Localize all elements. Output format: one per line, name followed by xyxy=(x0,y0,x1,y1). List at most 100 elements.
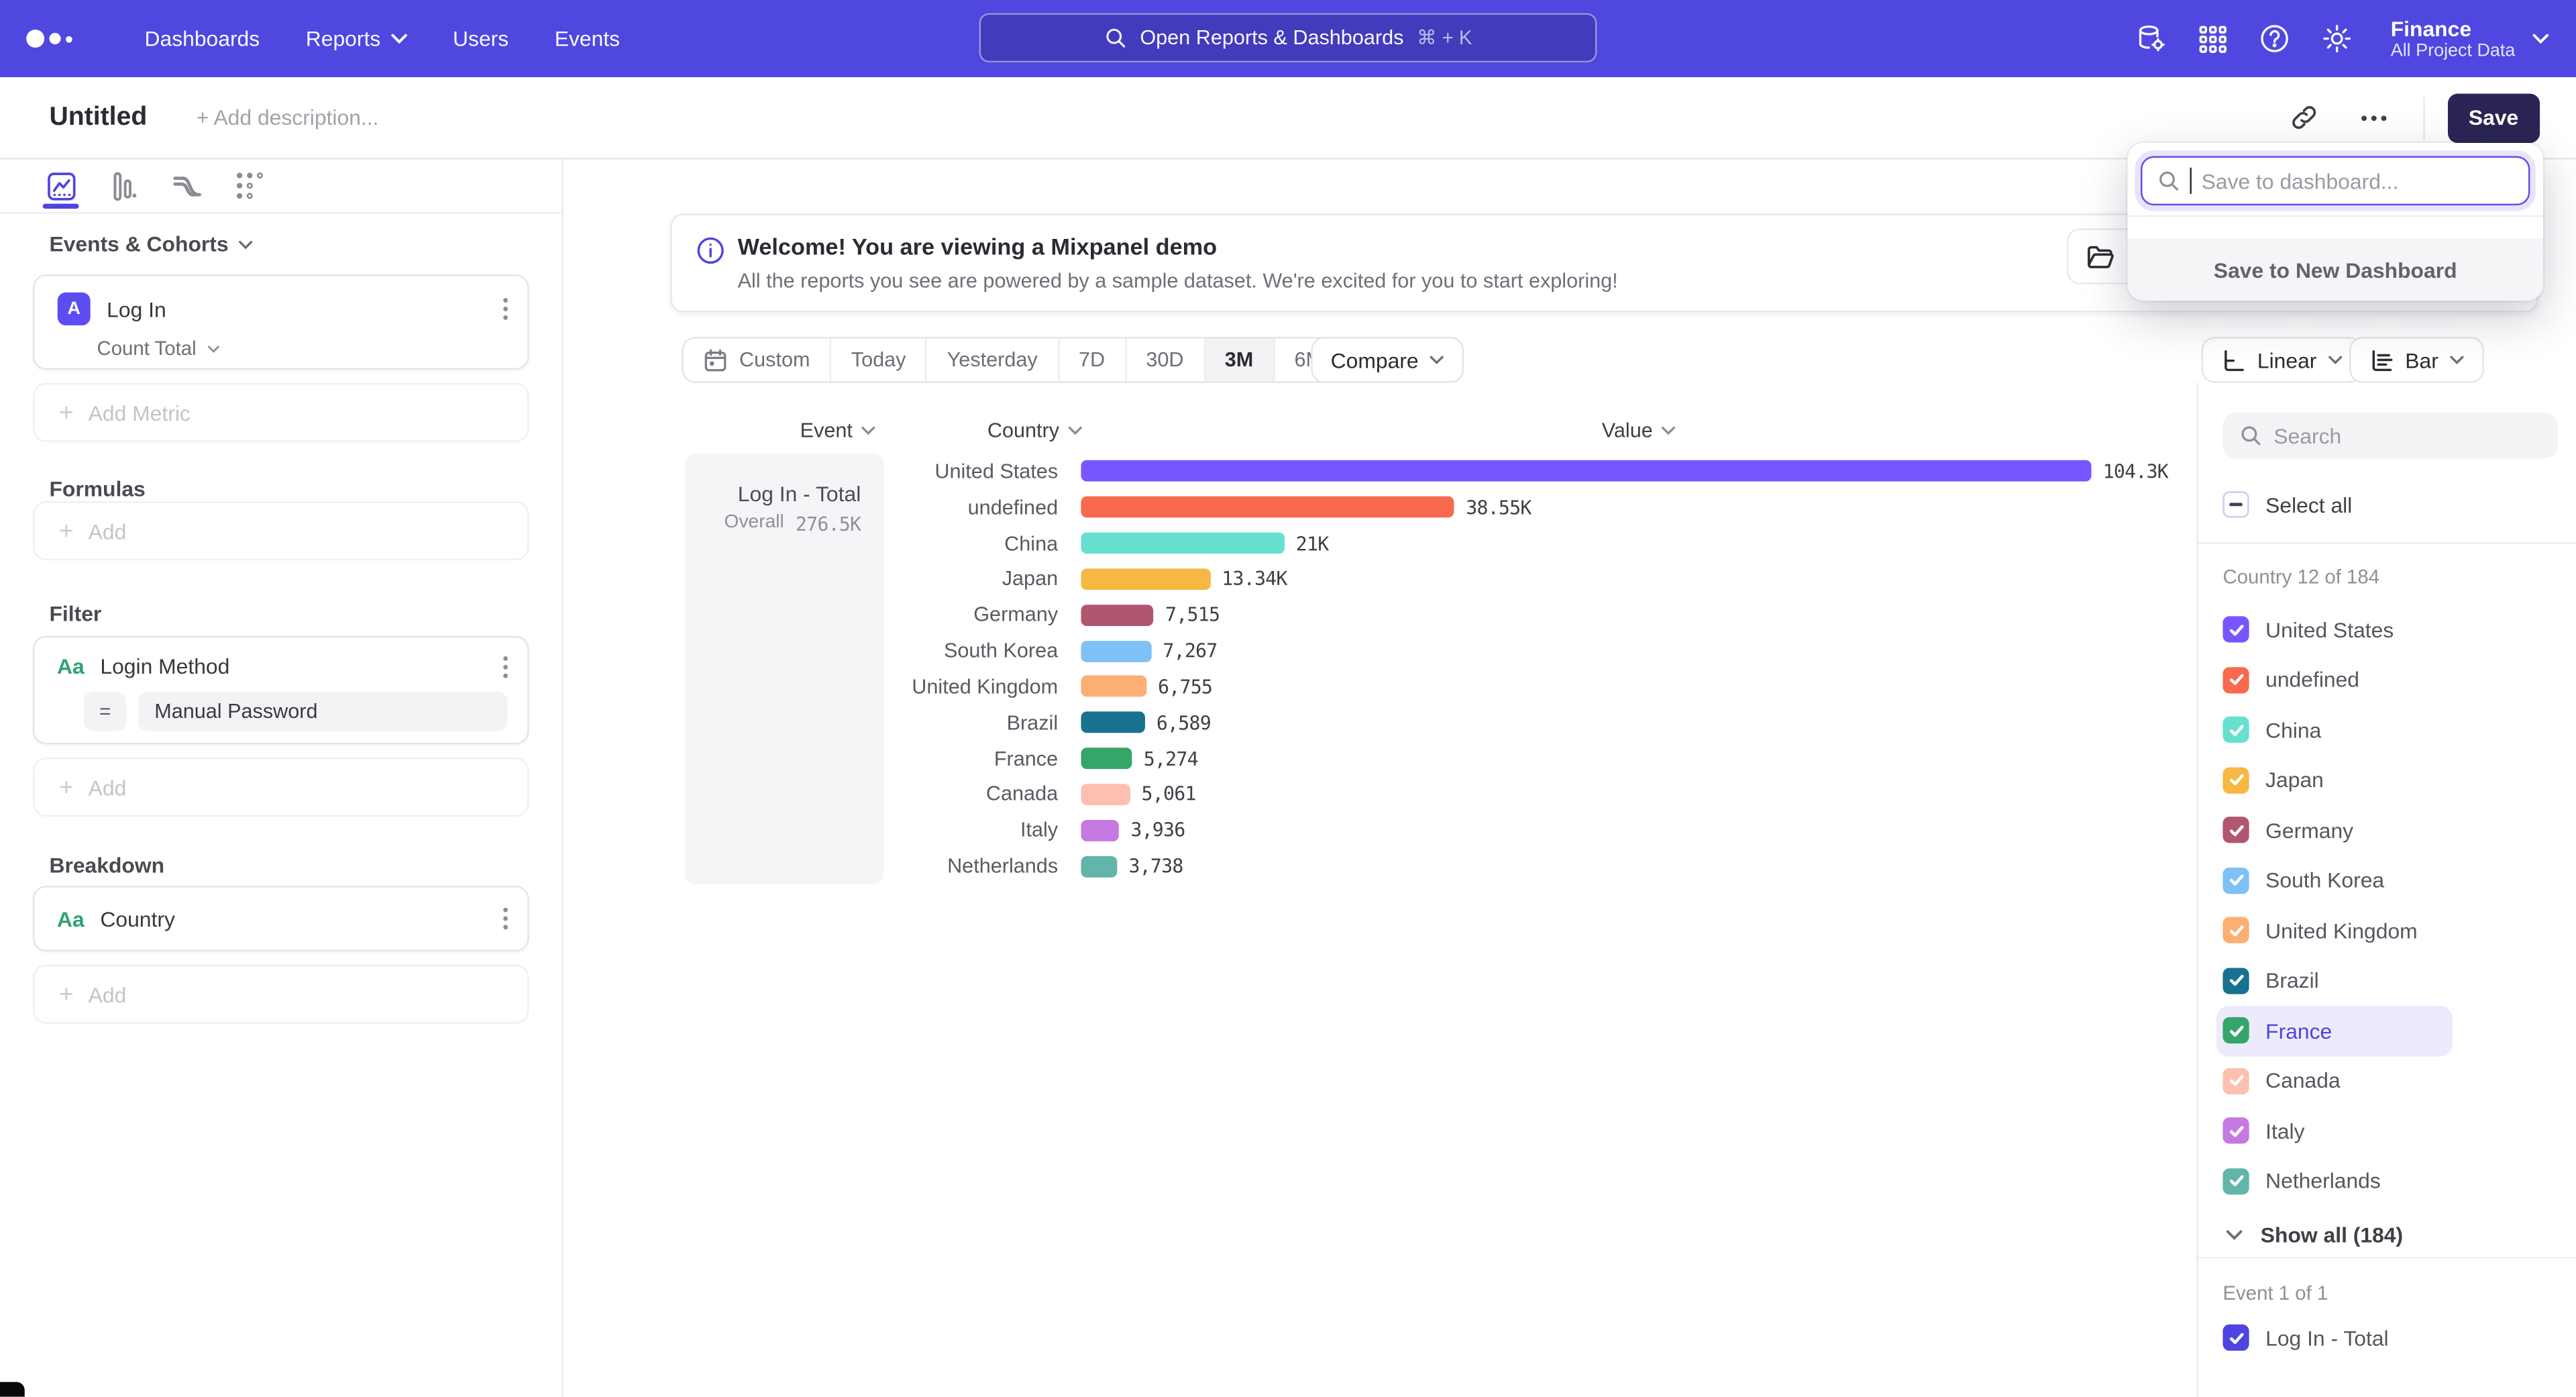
bar[interactable] xyxy=(1081,712,1144,733)
country-checkbox[interactable] xyxy=(2222,1118,2249,1144)
filter-property[interactable]: Login Method xyxy=(100,654,229,679)
country-list-item[interactable]: France xyxy=(2216,1006,2453,1056)
country-list-item[interactable]: South Korea xyxy=(2198,856,2384,906)
settings-gear-icon[interactable] xyxy=(2322,23,2353,54)
country-list-item[interactable]: Canada xyxy=(2198,1055,2341,1106)
bar[interactable] xyxy=(1081,784,1130,805)
retention-tab-icon[interactable] xyxy=(235,171,264,201)
mixpanel-logo[interactable] xyxy=(26,30,72,48)
country-checkbox[interactable] xyxy=(2222,617,2249,643)
country-checkbox[interactable] xyxy=(2222,1168,2249,1194)
country-list-item[interactable]: United States xyxy=(2198,605,2394,655)
country-checkbox[interactable] xyxy=(2222,1068,2249,1094)
bar[interactable] xyxy=(1081,533,1284,554)
country-list-item[interactable]: United Kingdom xyxy=(2198,905,2418,955)
country-checkbox[interactable] xyxy=(2222,817,2249,843)
divider xyxy=(2198,542,2576,544)
nav-item-reports[interactable]: Reports xyxy=(282,0,429,77)
bar-value-label: 3,738 xyxy=(1128,855,1183,878)
date-range-option[interactable]: Today xyxy=(831,338,927,381)
country-list-item[interactable]: Japan xyxy=(2198,755,2324,805)
filter-card[interactable]: Aa Login Method = Manual Password xyxy=(33,636,529,745)
date-range-option[interactable]: 30D xyxy=(1126,338,1205,381)
date-range-option[interactable]: Yesterday xyxy=(927,338,1059,381)
country-checkbox[interactable] xyxy=(2222,917,2249,943)
active-tab-indicator xyxy=(43,204,79,209)
copy-link-icon[interactable] xyxy=(2279,94,2327,142)
add-formula-button[interactable]: + Add xyxy=(33,501,529,560)
kebab-icon[interactable] xyxy=(502,907,508,930)
events-cohorts-header[interactable]: Events & Cohorts xyxy=(49,231,253,256)
filter-value[interactable]: Manual Password xyxy=(138,692,508,731)
add-metric-button[interactable]: + Add Metric xyxy=(33,383,529,442)
date-range-option[interactable]: 3M xyxy=(1205,338,1275,381)
add-description-field[interactable]: + Add description... xyxy=(197,105,379,130)
bar-category-label: South Korea xyxy=(892,639,1081,662)
bar[interactable] xyxy=(1081,856,1117,877)
report-title[interactable]: Untitled xyxy=(49,103,147,132)
nav-item-dashboards[interactable]: Dashboards xyxy=(121,0,282,77)
kebab-icon[interactable] xyxy=(502,297,508,320)
nav-item-events[interactable]: Events xyxy=(531,0,643,77)
global-search-button[interactable]: Open Reports & Dashboards ⌘ + K xyxy=(979,13,1597,62)
country-checkbox[interactable] xyxy=(2222,968,2249,994)
event-list-item[interactable]: Log In - Total xyxy=(2222,1325,2388,1351)
bar[interactable] xyxy=(1081,819,1119,841)
country-list-item[interactable]: Brazil xyxy=(2198,955,2319,1006)
metric-badge: A xyxy=(58,293,91,325)
country-checkbox[interactable] xyxy=(2222,717,2249,743)
country-checkbox[interactable] xyxy=(2222,667,2249,693)
event-series-cell[interactable]: Log In - Total Overall 276.5K xyxy=(685,454,883,884)
dashboard-search-input[interactable]: Save to dashboard... xyxy=(2141,156,2530,205)
metric-card[interactable]: A Log In Count Total xyxy=(33,274,529,370)
bar[interactable] xyxy=(1081,461,2091,482)
country-list-item[interactable]: Italy xyxy=(2198,1106,2305,1156)
bar[interactable] xyxy=(1081,747,1132,769)
breakdown-card[interactable]: Aa Country xyxy=(33,886,529,951)
report-type-tabs xyxy=(0,160,562,214)
save-to-new-dashboard-button[interactable]: Save to New Dashboard xyxy=(2127,238,2543,301)
country-checkbox[interactable] xyxy=(2222,1018,2249,1044)
show-all-toggle[interactable]: Show all (184) xyxy=(2198,1211,2403,1257)
country-checkbox[interactable] xyxy=(2222,767,2249,793)
value-column-header[interactable]: Value xyxy=(1602,419,1676,442)
select-all-checkbox[interactable] xyxy=(2222,491,2249,517)
more-options-icon[interactable] xyxy=(2351,105,2397,131)
flows-tab-icon[interactable] xyxy=(171,170,204,201)
insights-tab-icon[interactable] xyxy=(46,170,78,201)
country-list-item[interactable]: undefined xyxy=(2198,655,2359,705)
country-column-header[interactable]: Country xyxy=(987,419,1083,442)
funnels-tab-icon[interactable] xyxy=(109,170,140,201)
country-list-item[interactable]: China xyxy=(2198,705,2322,756)
bar[interactable] xyxy=(1081,497,1454,518)
event-checkbox[interactable] xyxy=(2222,1325,2249,1351)
apps-grid-icon[interactable] xyxy=(2198,24,2228,54)
nav-item-users[interactable]: Users xyxy=(430,0,532,77)
add-filter-button[interactable]: + Add xyxy=(33,758,529,817)
bar[interactable] xyxy=(1081,640,1151,662)
help-icon[interactable] xyxy=(2259,23,2291,54)
bar[interactable] xyxy=(1081,605,1153,626)
chart-type-selector[interactable]: Bar xyxy=(2349,337,2484,383)
filter-operator[interactable]: = xyxy=(84,692,127,731)
legend-search-input[interactable]: Search xyxy=(2222,413,2558,459)
scale-selector[interactable]: Linear xyxy=(2202,337,2363,383)
date-range-option[interactable]: 7D xyxy=(1059,338,1126,381)
date-range-option[interactable]: Custom xyxy=(684,338,832,381)
country-list-item[interactable]: Germany xyxy=(2198,805,2353,856)
country-list-item[interactable]: Netherlands xyxy=(2198,1156,2381,1206)
select-all-toggle[interactable]: Select all xyxy=(2222,491,2352,517)
compare-button[interactable]: Compare xyxy=(1311,337,1464,383)
metric-name[interactable]: Log In xyxy=(107,297,166,321)
save-button[interactable]: Save xyxy=(2447,93,2540,142)
event-column-header[interactable]: Event xyxy=(800,419,876,442)
bar[interactable] xyxy=(1081,568,1210,590)
breakdown-property[interactable]: Country xyxy=(100,907,175,931)
project-switcher[interactable]: Finance All Project Data xyxy=(2391,15,2550,62)
country-checkbox[interactable] xyxy=(2222,867,2249,893)
metric-aggregation[interactable]: Count Total xyxy=(97,337,527,360)
bar[interactable] xyxy=(1081,676,1146,697)
data-sources-icon[interactable] xyxy=(2136,23,2167,54)
kebab-icon[interactable] xyxy=(502,655,508,678)
add-breakdown-button[interactable]: + Add xyxy=(33,965,529,1024)
